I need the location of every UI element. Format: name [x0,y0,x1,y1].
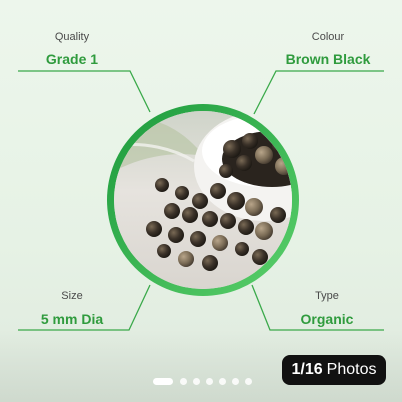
peppercorns-image [114,111,292,289]
pagination-dot[interactable] [219,378,226,385]
colour-label: Colour [311,31,345,43]
quality-value: Grade 1 [45,51,99,67]
pagination-dot[interactable] [193,378,200,385]
pagination-dot[interactable] [180,378,187,385]
type-label: Type [315,290,339,302]
type-value: Organic [300,311,354,327]
size-label: Size [61,290,83,302]
size-value: 5 mm Dia [40,311,104,327]
product-photo[interactable] [114,111,292,289]
pagination-dot-active[interactable] [153,378,173,385]
pagination-dot[interactable] [232,378,239,385]
product-photo-frame[interactable] [107,104,299,296]
photo-count-suffix: Photos [326,361,377,378]
pagination-dot[interactable] [245,378,252,385]
photo-count-current: 1/16 [291,361,323,378]
pagination-dot[interactable] [206,378,213,385]
quality-label: Quality [54,31,90,43]
photo-count-badge[interactable]: 1/16 Photos [282,355,386,385]
colour-value: Brown Black [285,51,371,67]
product-gallery[interactable]: Quality Grade 1 Colour Brown Black Size … [0,0,402,402]
